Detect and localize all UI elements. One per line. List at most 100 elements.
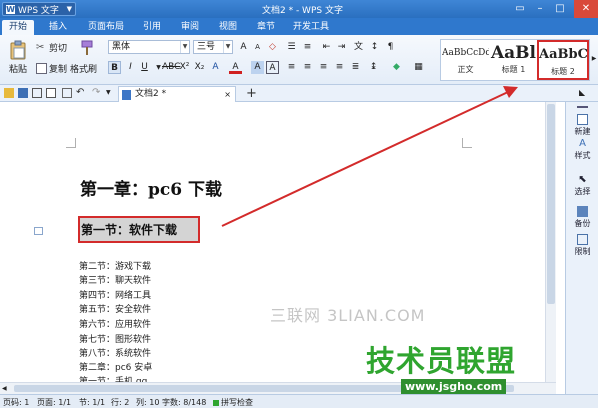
paragraph-handle-icon[interactable] (34, 227, 43, 235)
body-line[interactable]: 第五节：安全软件 (79, 302, 151, 315)
print-preview-icon[interactable] (46, 88, 56, 98)
font-size-select[interactable]: 三号 ▼ (193, 40, 233, 54)
new-tab-button[interactable]: + (246, 85, 257, 102)
align-right-icon[interactable]: ≡ (317, 61, 330, 74)
task-pane-new[interactable]: 新建 (566, 114, 598, 137)
tab-references[interactable]: 引用 (138, 20, 166, 35)
chinese-layout-icon[interactable]: 文 (352, 41, 365, 54)
body-line[interactable]: 第四节：网络工具 (79, 288, 151, 301)
print-icon[interactable] (32, 88, 42, 98)
borders-icon[interactable]: ▦ (412, 61, 425, 74)
style-heading-2[interactable]: AaBbC 标题 2 (537, 40, 589, 80)
status-col: 列: 10 (136, 398, 160, 407)
cut-label: 剪切 (49, 44, 68, 54)
wps-menu-button[interactable]: W WPS 文字 ▼ (2, 2, 76, 16)
restore-icon[interactable]: – (530, 0, 550, 18)
chevron-down-icon: ▼ (223, 41, 232, 53)
grow-font-icon[interactable]: A (237, 41, 250, 54)
spell-check-toggle[interactable]: 拼写检查 (213, 397, 253, 408)
close-tab-icon[interactable]: × (224, 87, 231, 102)
subscript-icon[interactable]: X₂ (193, 61, 206, 74)
open-folder-icon[interactable] (4, 88, 14, 98)
tab-chapter[interactable]: 章节 (252, 20, 280, 35)
body-line[interactable]: 第八节：系统软件 (79, 346, 151, 359)
shrink-font-icon[interactable]: A (251, 41, 264, 54)
decrease-indent-icon[interactable]: ⇤ (320, 41, 333, 54)
italic-icon[interactable]: I (124, 61, 137, 74)
save-icon[interactable] (18, 88, 28, 98)
new-doc-icon (577, 114, 588, 125)
vertical-scrollbar[interactable] (545, 102, 556, 382)
style-normal[interactable]: AaBbCcDd 正文 (442, 40, 489, 80)
align-left-icon[interactable]: ≡ (285, 61, 298, 74)
title-bar: W WPS 文字 ▼ 文档2 * - WPS 文字 ▭ – □ ✕ (0, 0, 598, 18)
cut-button[interactable]: ✂ 剪切 (36, 41, 67, 54)
justify-icon[interactable]: ≡ (333, 61, 346, 74)
tab-developer[interactable]: 开发工具 (290, 20, 332, 35)
style-preview: AaBbCcDd (442, 48, 489, 58)
tab-home[interactable]: 开始 (2, 20, 34, 35)
scrollbar-thumb[interactable] (547, 104, 555, 304)
format-painter-label: 格式刷 (70, 65, 98, 75)
bullets-icon[interactable]: ☰ (285, 41, 298, 54)
lock-icon (577, 234, 588, 245)
quick-access-bar: ↶ ↷ ▼ 文档2 * × + ◣ (0, 85, 598, 102)
distributed-icon[interactable]: ≣ (349, 61, 362, 74)
body-line[interactable]: 第三节：聊天软件 (79, 273, 151, 286)
increase-indent-icon[interactable]: ⇥ (335, 41, 348, 54)
tab-view[interactable]: 视图 (214, 20, 242, 35)
font-color-icon[interactable]: A (229, 61, 242, 74)
align-center-icon[interactable]: ≡ (301, 61, 314, 74)
body-line[interactable]: 第二章：pc6 安卓 (79, 360, 152, 373)
char-border-icon[interactable]: A (266, 61, 279, 74)
minimize-icon[interactable]: ▭ (510, 0, 530, 18)
task-pane-collapse[interactable] (566, 106, 598, 111)
chevron-down-icon[interactable]: ▼ (106, 88, 116, 98)
paste-button[interactable]: 粘贴 (4, 40, 32, 76)
status-word-count[interactable]: 字数: 8/148 (162, 397, 206, 408)
body-line[interactable]: 第六节：应用软件 (79, 317, 151, 330)
gallery-scroll-icon[interactable]: ▶ (590, 52, 598, 65)
tab-insert[interactable]: 插入 (44, 20, 72, 35)
task-pane-styles[interactable]: A 样式 (566, 138, 598, 161)
text-effect-icon[interactable]: A (209, 61, 222, 74)
shading-icon[interactable]: ◆ (390, 61, 403, 74)
superscript-icon[interactable]: X² (178, 61, 191, 74)
sort-icon[interactable]: ↕ (368, 41, 381, 54)
undo-icon[interactable]: ↶ (76, 88, 86, 98)
font-name-select[interactable]: 黑体 ▼ (108, 40, 190, 54)
tab-page-layout[interactable]: 页面布局 (84, 20, 128, 35)
copy-button[interactable]: 复制 (36, 62, 67, 75)
document-tab[interactable]: 文档2 * × (118, 86, 236, 102)
close-icon[interactable]: ✕ (574, 0, 598, 18)
redo-icon[interactable]: ↷ (92, 88, 102, 98)
task-pane: 新建 A 样式 ⬉ 选择 备份 限制 (565, 102, 598, 394)
chevron-down-icon: ▼ (66, 5, 72, 13)
font-size-value: 三号 (197, 42, 216, 52)
pane-toggle-icon[interactable]: ◣ (579, 88, 589, 98)
body-line[interactable]: 第二节：游戏下载 (79, 259, 151, 272)
task-pane-restrict[interactable]: 限制 (566, 234, 598, 257)
style-heading-1[interactable]: AaBl 标题 1 (490, 40, 537, 80)
maximize-icon[interactable]: □ (550, 0, 570, 18)
line-spacing-icon[interactable]: ↨ (367, 61, 380, 74)
bold-icon[interactable]: B (108, 61, 121, 74)
char-shading-icon[interactable]: A (251, 61, 264, 74)
spell-check-icon (213, 399, 219, 406)
heading-2[interactable]: 第一节：软件下载 (81, 221, 177, 238)
tab-review[interactable]: 审阅 (176, 20, 204, 35)
clear-format-icon[interactable]: ◇ (266, 41, 279, 54)
margin-corner (66, 138, 76, 148)
collapse-icon (577, 106, 588, 110)
body-line[interactable]: 第七节：图形软件 (79, 332, 151, 345)
task-pane-select[interactable]: ⬉ 选择 (566, 174, 598, 197)
underline-icon[interactable]: U (138, 61, 151, 74)
window-title: 文档2 * - WPS 文字 (262, 6, 343, 16)
numbering-icon[interactable]: ≡ (301, 41, 314, 54)
export-pdf-icon[interactable] (62, 88, 72, 98)
heading-1[interactable]: 第一章：pc6 下载 (80, 175, 222, 200)
strikethrough-icon[interactable]: ABC (162, 61, 180, 74)
scroll-left-icon[interactable]: ◀ (2, 385, 7, 392)
task-pane-backup[interactable]: 备份 (566, 206, 598, 229)
show-marks-icon[interactable]: ¶ (384, 41, 397, 54)
